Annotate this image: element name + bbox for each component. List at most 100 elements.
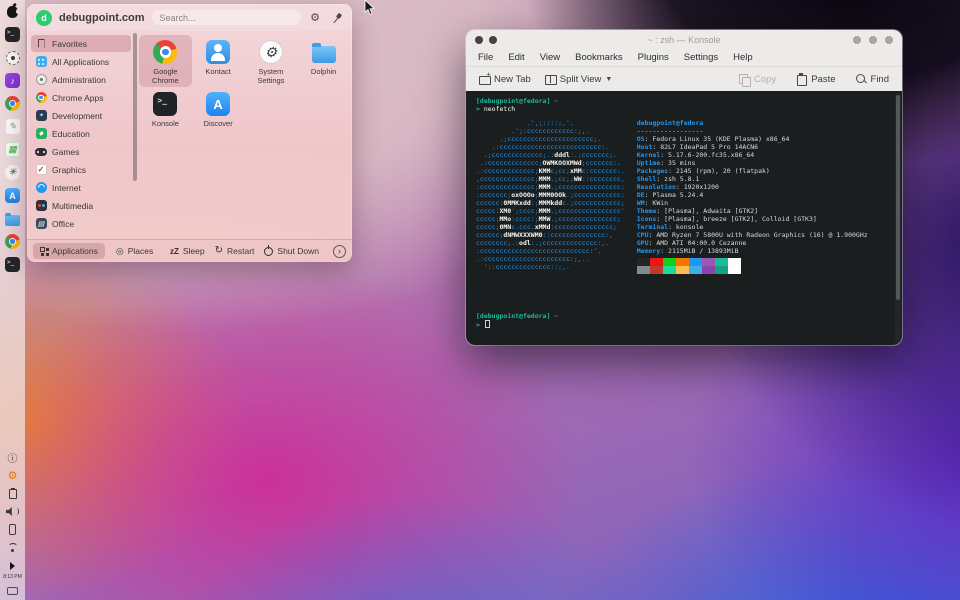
menu-item-edit[interactable]: Edit	[508, 52, 524, 63]
app-store-icon[interactable]: A	[4, 187, 21, 204]
find-icon	[856, 74, 867, 85]
tray-expander-icon[interactable]	[6, 559, 19, 572]
sidebar-item-games[interactable]: Games	[31, 143, 131, 160]
shutdown-label: Shut Down	[277, 246, 319, 256]
sidebar-item-label: Office	[52, 219, 74, 229]
favorites-grid: Google Chrome Kontact ⚙System SettingsDolp…	[137, 31, 352, 239]
sidebar-item-label: Internet	[52, 183, 81, 193]
device-icon[interactable]	[6, 523, 19, 536]
sidebar-item-label: Administration	[52, 75, 106, 85]
find-button[interactable]: Find	[851, 71, 894, 88]
apple-menu-icon[interactable]	[4, 3, 21, 20]
internet-icon	[35, 182, 47, 194]
applications-grid-icon	[40, 247, 48, 255]
sidebar-item-graphics[interactable]: ✓Graphics	[31, 161, 131, 178]
info-header: debugpoint@fedora	[637, 119, 868, 127]
clock[interactable]: 8:13 PM	[3, 574, 23, 580]
restart-button[interactable]: ↻ Restart	[215, 246, 255, 256]
launcher-footer: Applications ◎ Places zZ Sleep ↻ Restart…	[27, 239, 352, 262]
sidebar-item-development[interactable]: ✦ Development	[31, 107, 131, 124]
volume-icon[interactable]	[6, 505, 19, 518]
file-manager-icon[interactable]	[4, 210, 21, 227]
google-chrome-icon	[152, 39, 178, 65]
menu-item-file[interactable]: File	[478, 52, 493, 63]
menu-item-view[interactable]: View	[540, 52, 560, 63]
app-tile-dolphin[interactable]: Dolphin	[297, 35, 350, 87]
app-tile-discover[interactable]: ADiscover	[192, 87, 245, 139]
updates-icon[interactable]: ⚙	[6, 469, 19, 482]
copy-icon	[739, 74, 750, 85]
dark-utility-icon[interactable]: >_	[4, 26, 21, 43]
terminal-gap	[476, 274, 892, 312]
neofetch-output: .',;::::;,'. .';:cccccccccccc:;,. .;cccc…	[476, 119, 892, 274]
tab-applications[interactable]: Applications	[33, 243, 105, 259]
app-tile-label: System Settings	[246, 68, 296, 85]
chrome-apps-icon	[35, 92, 47, 104]
chrome-icon[interactable]	[4, 95, 21, 112]
app-tile-kontact[interactable]: Kontact	[192, 35, 245, 87]
titlebar[interactable]: ~ : zsh — Konsole	[466, 30, 902, 49]
new-tab-icon	[479, 74, 490, 85]
menu-item-help[interactable]: Help	[733, 52, 753, 63]
notes-icon[interactable]: ✎	[4, 118, 21, 135]
menu-item-bookmarks[interactable]: Bookmarks	[575, 52, 623, 63]
new-tab-button[interactable]: New Tab	[474, 71, 536, 88]
sidebar-item-chrome-apps[interactable]: Chrome Apps	[31, 89, 131, 106]
app-tile-google-chrome[interactable]: Google Chrome	[139, 35, 192, 87]
info-line-shell: Shell: zsh 5.8.1	[637, 175, 868, 183]
info-line-theme: Theme: [Plasma], Adwaita [GTK2]	[637, 207, 868, 215]
sleep-label: Sleep	[183, 246, 205, 256]
split-view-icon	[545, 74, 556, 85]
sidebar-item-education[interactable]: ◆Education	[31, 125, 131, 142]
configure-icon[interactable]: ⚙	[308, 11, 322, 25]
category-sidebar: FavoritesAll Applications Administration C…	[27, 31, 133, 239]
development-icon: ✦	[35, 110, 47, 122]
sidebar-item-label: Multimedia	[52, 201, 93, 211]
show-desktop-button[interactable]	[6, 584, 19, 597]
sidebar-item-all-applications[interactable]: All Applications	[31, 53, 131, 70]
sidebar-item-internet[interactable]: Internet	[31, 179, 131, 196]
system-settings-icon[interactable]: ✳	[4, 164, 21, 181]
search-input[interactable]	[152, 10, 301, 25]
clipboard-icon[interactable]	[6, 487, 19, 500]
tab-places-label: Places	[128, 246, 154, 256]
sidebar-scrollbar[interactable]	[133, 31, 137, 239]
sidebar-item-administration[interactable]: Administration	[31, 71, 131, 88]
sleep-icon: zZ	[170, 247, 179, 256]
chrome-icon[interactable]	[4, 233, 21, 250]
menu-item-settings[interactable]: Settings	[684, 52, 718, 63]
user-avatar[interactable]: d	[36, 10, 52, 26]
sleep-button[interactable]: zZ Sleep	[170, 246, 205, 256]
favorites-icon	[35, 38, 47, 50]
copy-button[interactable]: Copy	[734, 71, 781, 88]
toolbar: New Tab Split View ▼ Copy Paste Find	[466, 66, 902, 91]
sidebar-item-office[interactable]: ▤Office	[31, 215, 131, 232]
network-icon[interactable]	[6, 541, 19, 554]
konsole-icon[interactable]: >_	[4, 256, 21, 273]
split-view-button[interactable]: Split View ▼	[540, 71, 617, 88]
app-tile-konsole[interactable]: >_Konsole	[139, 87, 192, 139]
find-label: Find	[871, 74, 889, 85]
app-tile-label: Kontact	[205, 68, 230, 77]
terminal-scrollbar[interactable]	[895, 93, 901, 343]
menu-item-plugins[interactable]: Plugins	[638, 52, 669, 63]
office-app-icon[interactable]: ▦	[4, 141, 21, 158]
sidebar-item-multimedia[interactable]: Multimedia	[31, 197, 131, 214]
audio-app-icon[interactable]: ♪	[4, 72, 21, 89]
chevron-down-icon: ▼	[605, 76, 612, 83]
terminal-area[interactable]: [debugpoint@fedora] ~ > neofetch .',;:::…	[466, 91, 902, 345]
sidebar-item-favorites[interactable]: Favorites	[31, 35, 131, 52]
expand-chevron-icon[interactable]: ›	[333, 245, 346, 258]
screenshot-icon[interactable]	[4, 49, 21, 66]
paste-label: Paste	[811, 74, 835, 85]
konsole-window: ~ : zsh — Konsole File Edit View Bookmarks P…	[466, 30, 902, 345]
multimedia-icon	[35, 200, 47, 212]
shutdown-button[interactable]: Shut Down	[264, 246, 319, 256]
sidebar-item-label: Development	[52, 111, 102, 121]
info-icon[interactable]: ⓘ	[6, 451, 19, 464]
command-line: > neofetch	[476, 105, 892, 113]
paste-button[interactable]: Paste	[791, 71, 840, 88]
tab-places[interactable]: ◎ Places	[109, 243, 160, 260]
pin-icon[interactable]	[329, 11, 343, 25]
app-tile-system-settings[interactable]: ⚙System Settings	[245, 35, 298, 87]
